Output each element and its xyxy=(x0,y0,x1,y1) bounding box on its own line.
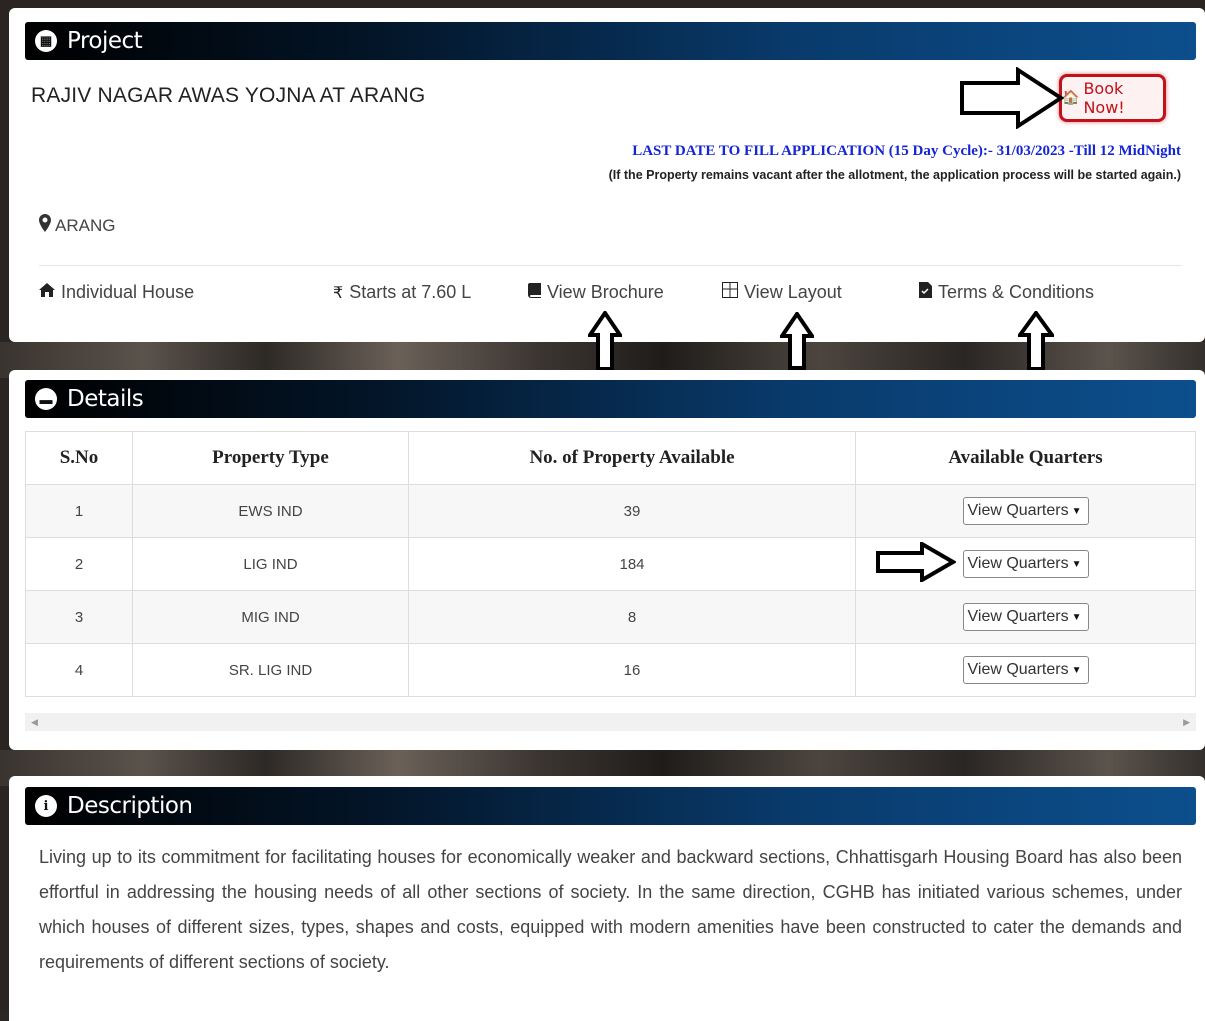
view-quarters-label: View Quarters xyxy=(967,661,1069,678)
scroll-right-icon[interactable]: ▶ xyxy=(1183,717,1190,728)
home-icon: 🏠 xyxy=(1062,90,1080,106)
cell-available: 8 xyxy=(408,590,856,644)
table-row: 2 LIG IND 184 View Quarters ▼ xyxy=(25,537,1196,591)
book-icon xyxy=(528,282,541,303)
details-header: ▬ Details xyxy=(25,380,1196,418)
terms-link[interactable]: Terms & Conditions xyxy=(919,282,1094,303)
chevron-down-icon: ▼ xyxy=(1071,664,1082,676)
cell-sno: 3 xyxy=(25,590,133,644)
cell-quarters: View Quarters ▼ xyxy=(855,484,1196,538)
house-type: Individual House xyxy=(39,282,194,303)
project-name: RAJIV NAGAR AWAS YOJNA AT ARANG xyxy=(31,84,426,107)
cell-available: 16 xyxy=(408,643,856,697)
column-header-property-type: Property Type xyxy=(132,431,409,485)
description-header: i Description xyxy=(25,787,1196,825)
home-icon xyxy=(39,283,55,302)
project-header: ▦ Project xyxy=(25,22,1196,60)
column-header-sno: S.No xyxy=(25,431,133,485)
table-row: 3 MIG IND 8 View Quarters ▼ xyxy=(25,590,1196,644)
right-arrow-annotation xyxy=(960,67,1064,129)
cell-available: 39 xyxy=(408,484,856,538)
briefcase-icon: ▬ xyxy=(35,388,57,410)
column-header-quarters: Available Quarters xyxy=(855,431,1196,485)
right-arrow-annotation xyxy=(876,542,956,582)
book-now-label: Book Now! xyxy=(1083,79,1125,117)
description-header-title: Description xyxy=(67,793,193,819)
cell-quarters: View Quarters ▼ xyxy=(855,643,1196,697)
table-row: 4 SR. LIG IND 16 View Quarters ▼ xyxy=(25,643,1196,697)
view-quarters-label: View Quarters xyxy=(967,555,1069,572)
cell-property-type: SR. LIG IND xyxy=(132,643,409,697)
details-header-title: Details xyxy=(67,386,144,412)
view-quarters-select[interactable]: View Quarters ▼ xyxy=(962,656,1089,684)
price-label: Starts at 7.60 L xyxy=(349,282,472,302)
document-icon xyxy=(919,282,932,303)
table-row: 1 EWS IND 39 View Quarters ▼ xyxy=(25,484,1196,538)
cell-property-type: LIG IND xyxy=(132,537,409,591)
table-header-row: S.No Property Type No. of Property Avail… xyxy=(25,431,1196,485)
terms-label: Terms & Conditions xyxy=(938,282,1095,302)
price: ₹ Starts at 7.60 L xyxy=(333,282,471,303)
view-layout-link[interactable]: View Layout xyxy=(722,282,842,303)
building-icon: ▦ xyxy=(35,30,57,52)
view-brochure-link[interactable]: View Brochure xyxy=(528,282,664,303)
info-icon: i xyxy=(35,795,57,817)
cell-available: 184 xyxy=(408,537,856,591)
cell-sno: 1 xyxy=(25,484,133,538)
location-label: ARANG xyxy=(55,215,116,235)
scroll-left-icon[interactable]: ◀ xyxy=(31,717,38,728)
view-brochure-label: View Brochure xyxy=(547,282,664,302)
cell-quarters: View Quarters ▼ xyxy=(855,590,1196,644)
view-quarters-select[interactable]: View Quarters ▼ xyxy=(962,603,1089,631)
last-date-notice: LAST DATE TO FILL APPLICATION (15 Day Cy… xyxy=(632,143,1181,159)
grid-icon xyxy=(722,282,738,303)
divider xyxy=(39,265,1182,266)
cell-sno: 2 xyxy=(25,537,133,591)
cell-sno: 4 xyxy=(25,643,133,697)
map-pin-icon xyxy=(39,214,51,237)
chevron-down-icon: ▼ xyxy=(1071,505,1082,517)
up-arrow-annotation xyxy=(588,311,622,371)
column-header-available: No. of Property Available xyxy=(408,431,856,485)
view-quarters-select[interactable]: View Quarters ▼ xyxy=(962,550,1089,578)
location: ARANG xyxy=(39,214,115,237)
house-type-label: Individual House xyxy=(61,282,195,302)
description-text: Living up to its commitment for facilita… xyxy=(39,847,1182,972)
horizontal-scrollbar[interactable]: ◀ ▶ xyxy=(25,713,1196,731)
book-now-button[interactable]: 🏠 Book Now! xyxy=(1059,74,1166,122)
chevron-down-icon: ▼ xyxy=(1071,611,1082,623)
view-layout-label: View Layout xyxy=(744,282,842,302)
property-table: S.No Property Type No. of Property Avail… xyxy=(25,431,1196,697)
view-quarters-label: View Quarters xyxy=(967,608,1069,625)
rupee-icon: ₹ xyxy=(333,284,344,302)
cell-property-type: EWS IND xyxy=(132,484,409,538)
chevron-down-icon: ▼ xyxy=(1071,558,1082,570)
project-header-title: Project xyxy=(67,28,143,54)
up-arrow-annotation xyxy=(1018,311,1054,371)
up-arrow-annotation xyxy=(780,312,814,370)
view-quarters-label: View Quarters xyxy=(967,502,1069,519)
cell-property-type: MIG IND xyxy=(132,590,409,644)
view-quarters-select[interactable]: View Quarters ▼ xyxy=(962,497,1089,525)
vacant-note: (If the Property remains vacant after th… xyxy=(608,168,1181,182)
